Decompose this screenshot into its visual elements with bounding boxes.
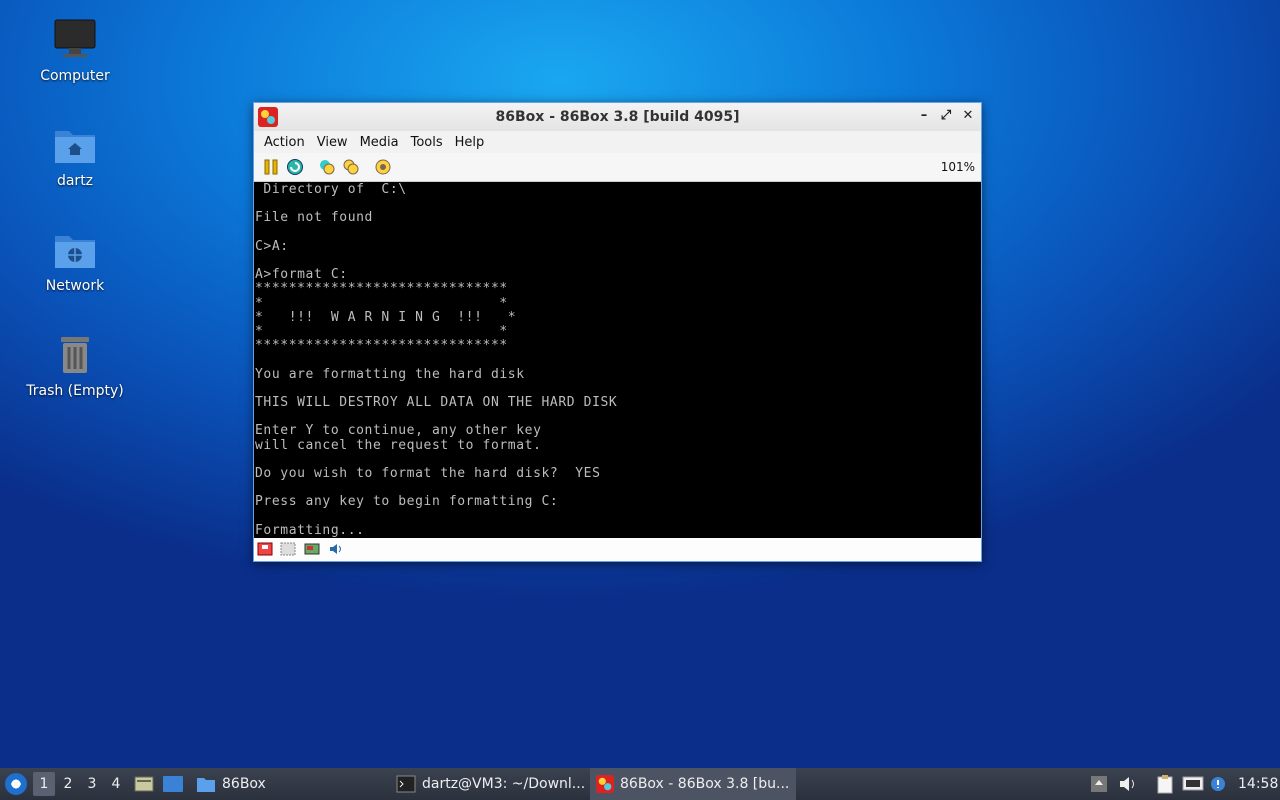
show-desktop-button[interactable] [162,768,184,800]
volume-icon[interactable] [1118,768,1138,800]
menu-media[interactable]: Media [354,135,405,150]
workspace-3[interactable]: 3 [81,772,103,796]
home-folder-icon [55,131,95,163]
close-button[interactable]: ✕ [961,108,975,124]
desktop-icon-network[interactable]: Network [20,226,130,294]
desktop-icon-home[interactable]: dartz [20,121,130,189]
maximize-button[interactable]: ⤢ [939,108,953,124]
menu-view[interactable]: View [311,135,354,150]
hard-reset-icon[interactable] [286,158,304,176]
menubar: Action View Media Tools Help [254,131,981,153]
tray-eject-icon[interactable] [1090,768,1108,800]
desktop-icon-label: Network [45,278,105,294]
statusbar [254,538,981,561]
distro-logo-icon [5,773,27,795]
hard-disk-icon[interactable] [304,542,320,556]
minimize-button[interactable]: – [917,108,931,124]
ctrl-alt-del-icon[interactable] [318,158,336,176]
updates-icon[interactable] [1208,768,1228,800]
file-manager-icon [134,776,154,792]
cdrom-drive-icon[interactable] [280,542,296,556]
pause-icon[interactable] [262,158,280,176]
launcher-label: 86Box [222,776,266,792]
desktop-icon-computer[interactable]: Computer [20,16,130,84]
task-label: dartz@VM3: ~/Downl... [422,776,586,792]
folder-icon [197,778,215,792]
86box-app-icon [596,775,614,793]
settings-icon[interactable] [374,158,392,176]
network-folder-icon [55,236,95,268]
start-menu-button[interactable] [4,768,28,800]
floppy-drive-icon[interactable] [257,542,273,556]
workspace-4[interactable]: 4 [105,772,127,796]
desktop-icon [163,776,183,792]
desktop-icon-label: Trash (Empty) [26,383,124,399]
sound-icon[interactable] [328,542,344,556]
workspace-2[interactable]: 2 [57,772,79,796]
zoom-level: 101% [940,160,975,174]
launcher-86box-folder[interactable]: 86Box [190,768,272,800]
computer-icon [54,19,96,57]
taskbar: 1 2 3 4 86Box dartz@VM3: ~/Downl... 86Bo… [0,768,1280,800]
emulator-screen[interactable]: Directory of C:\ File not found C>A: A>f… [254,182,981,538]
file-manager-launcher[interactable] [134,768,154,800]
toolbar: 101% [254,153,981,182]
clock[interactable]: 14:58 [1238,768,1278,800]
menu-tools[interactable]: Tools [405,135,449,150]
ctrl-alt-esc-icon[interactable] [342,158,360,176]
menu-action[interactable]: Action [258,135,311,150]
86box-window[interactable]: 86Box - 86Box 3.8 [build 4095] – ⤢ ✕ Act… [253,102,982,562]
trash-icon [61,337,89,373]
task-terminal[interactable]: dartz@VM3: ~/Downl... [390,768,592,800]
workspace-1[interactable]: 1 [33,772,55,796]
clipboard-icon[interactable] [1156,768,1174,800]
network-status-icon[interactable] [1182,768,1204,800]
window-title: 86Box - 86Box 3.8 [build 4095] [495,109,740,125]
window-titlebar[interactable]: 86Box - 86Box 3.8 [build 4095] – ⤢ ✕ [254,103,981,131]
terminal-icon [396,775,416,793]
desktop-icon-label: Computer [40,68,110,84]
desktop-icon-trash[interactable]: Trash (Empty) [20,331,130,399]
task-86box[interactable]: 86Box - 86Box 3.8 [bu... [590,768,796,800]
menu-help[interactable]: Help [449,135,491,150]
task-label: 86Box - 86Box 3.8 [bu... [620,776,790,792]
desktop-icon-label: dartz [56,173,94,189]
dos-console-output: Directory of C:\ File not found C>A: A>f… [255,182,618,538]
